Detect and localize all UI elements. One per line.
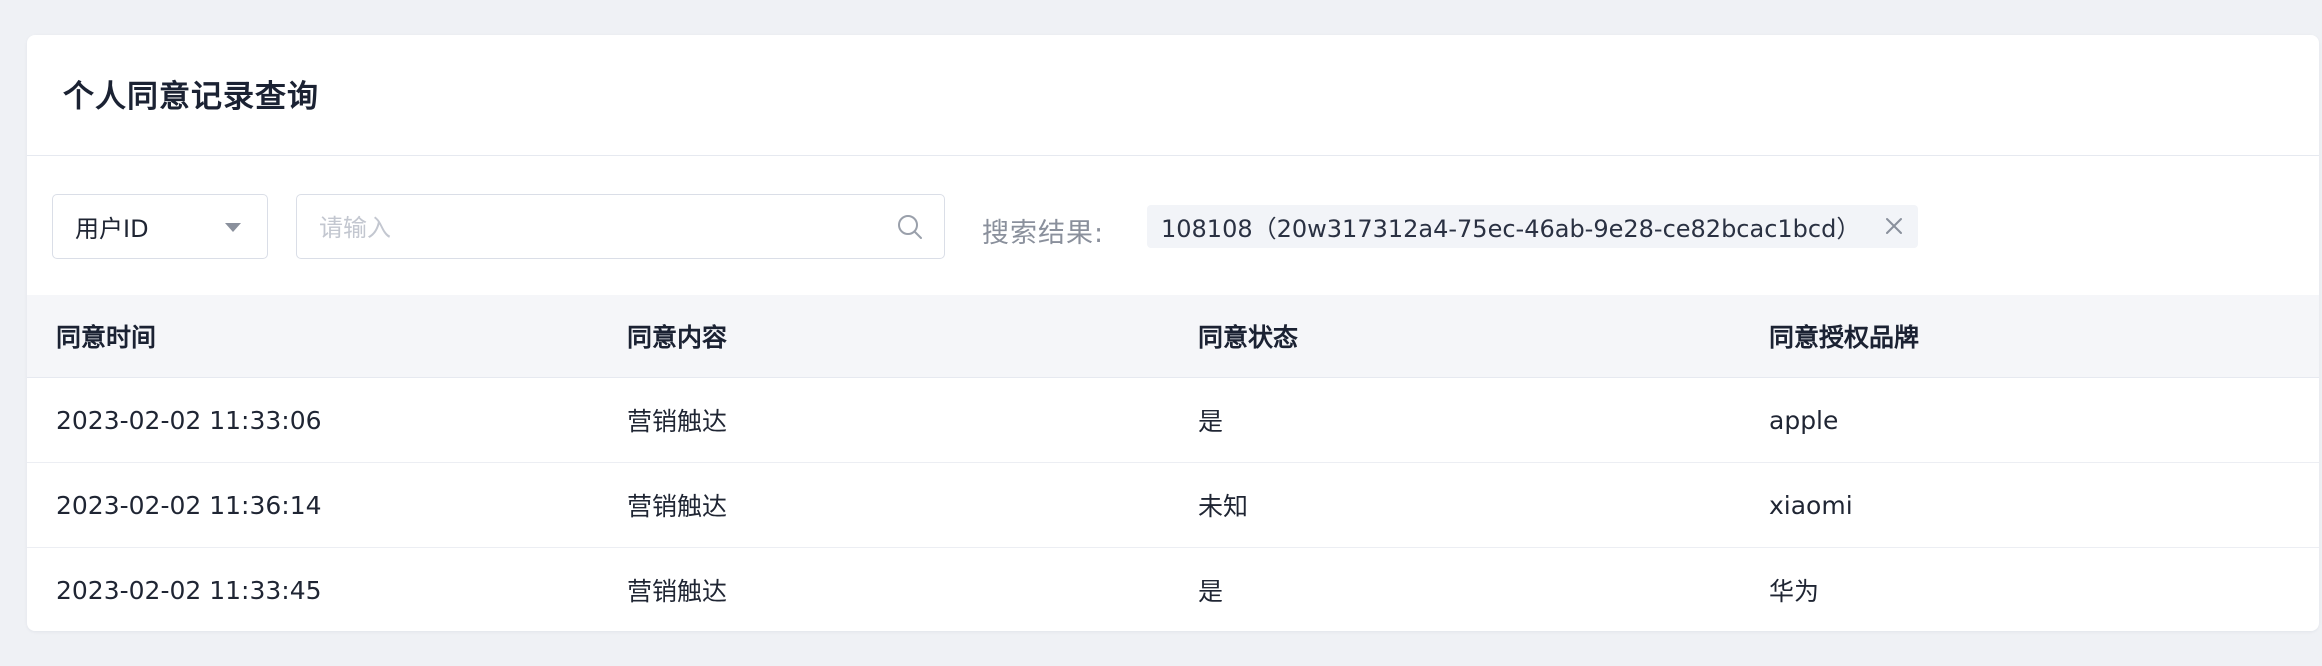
search-result-tag: 108108（20w317312a4-75ec-46ab-9e28-ce82bc… [1147,205,1919,248]
search-field-select[interactable]: 用户ID [52,194,268,259]
caret-down-icon [225,223,241,232]
cell-consent-brand: 华为 [1769,577,1820,606]
cell-consent-status: 未知 [1198,492,1249,521]
search-box [296,194,945,260]
search-result-label: 搜索结果: [982,218,1105,249]
table-row: 2023-02-02 11:36:14 营销触达 未知 xiaomi [27,463,2319,548]
table-row: 2023-02-02 11:33:45 营销触达 是 华为 [27,548,2319,631]
consent-record-card: 个人同意记录查询 用户ID 搜索结果: 108108（20w317312a4-7… [27,35,2319,631]
cell-consent-content: 营销触达 [627,492,728,521]
cell-consent-content: 营销触达 [627,577,728,606]
search-icon[interactable] [896,213,924,241]
search-result-value: 108108（20w317312a4-75ec-46ab-9e28-ce82bc… [1161,215,1861,243]
table-header-row: 同意时间 同意内容 同意状态 同意授权品牌 [27,295,2319,378]
page-title: 个人同意记录查询 [63,78,319,115]
cell-consent-content: 营销触达 [627,407,728,436]
column-header-consent-brand: 同意授权品牌 [1769,323,1920,352]
card-header: 个人同意记录查询 [27,35,2319,156]
search-input[interactable] [297,195,881,260]
cell-consent-time: 2023-02-02 11:33:06 [56,405,322,435]
column-header-consent-status: 同意状态 [1198,323,1299,352]
table-row: 2023-02-02 11:33:06 营销触达 是 apple [27,378,2319,463]
close-icon[interactable] [1884,216,1904,236]
column-header-consent-time: 同意时间 [56,323,157,352]
cell-consent-time: 2023-02-02 11:33:45 [56,575,322,605]
cell-consent-brand: apple [1769,405,1839,435]
cell-consent-status: 是 [1198,407,1224,436]
cell-consent-status: 是 [1198,577,1224,606]
column-header-consent-content: 同意内容 [627,323,728,352]
consent-table: 同意时间 同意内容 同意状态 同意授权品牌 2023-02-02 11:33:0… [27,295,2319,631]
cell-consent-brand: xiaomi [1769,490,1853,520]
search-field-value: 用户ID [75,215,149,243]
cell-consent-time: 2023-02-02 11:36:14 [56,490,322,520]
